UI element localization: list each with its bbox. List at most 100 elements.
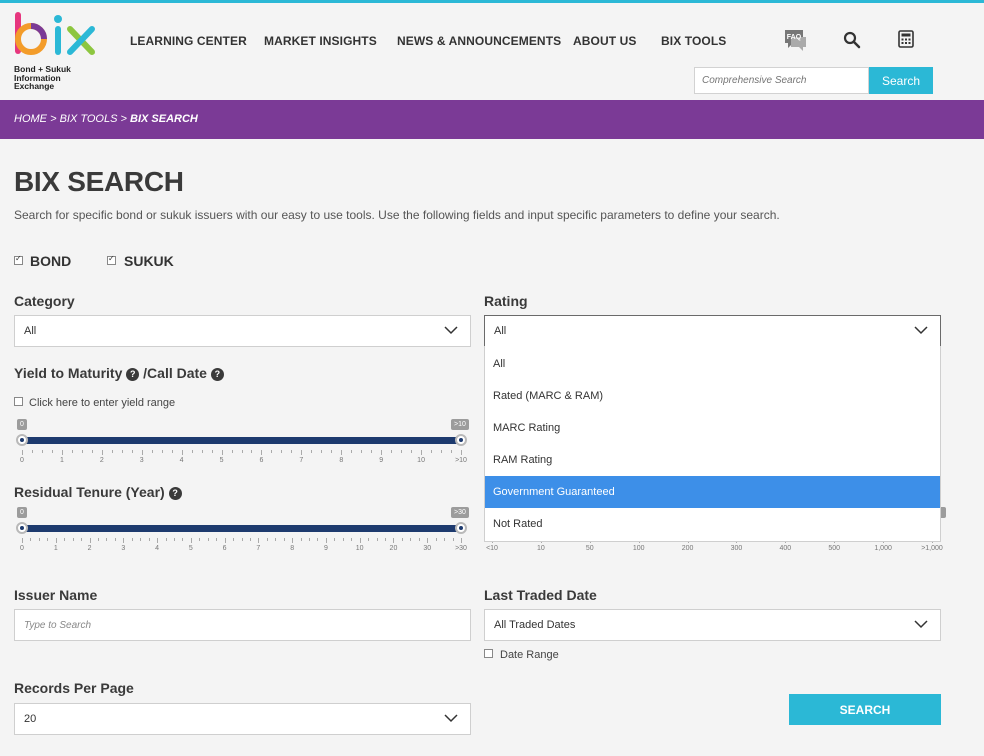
scale-tick (341, 450, 343, 455)
chevron-down-icon (444, 326, 458, 335)
rating-option-all[interactable]: All (485, 348, 940, 380)
scale-tick-label: 7 (256, 545, 261, 552)
comprehensive-search-input[interactable] (694, 67, 869, 94)
scale-tick-label: 3 (139, 457, 144, 464)
records-per-page-select[interactable]: 20 (14, 703, 471, 735)
scale-tick-label: <10 (486, 545, 498, 552)
scale-tick (292, 538, 294, 543)
last-traded-select[interactable]: All Traded Dates (484, 609, 941, 641)
scale-tick (101, 450, 103, 455)
scale-minor-tick (309, 538, 311, 541)
date-range-checkbox[interactable] (484, 649, 493, 658)
search-button[interactable]: SEARCH (789, 694, 941, 725)
date-range-label: Date Range (500, 649, 559, 661)
category-value: All (24, 325, 37, 337)
scale-minor-tick (30, 538, 32, 541)
category-label: Category (14, 293, 75, 309)
rating-option-not-rated[interactable]: Not Rated (485, 508, 940, 540)
tenure-max-tag: >30 (451, 507, 469, 518)
tenure-slider-max-handle[interactable] (455, 522, 467, 534)
scale-tick (190, 538, 192, 543)
call-date-label: /Call Date (143, 365, 207, 381)
ytm-slider-max-handle[interactable] (455, 434, 467, 446)
tenure-slider-min-handle[interactable] (16, 522, 28, 534)
scale-tick (421, 450, 423, 455)
faq-icon[interactable]: FAQ (782, 27, 808, 53)
issuer-name-input[interactable]: Type to Search (14, 609, 471, 641)
scale-minor-tick (441, 450, 443, 453)
scale-minor-tick (233, 538, 235, 541)
site-header: Bond + Sukuk Information Exchange LEARNI… (0, 3, 984, 100)
scale-tick (221, 450, 223, 455)
scale-tick-label: >1,000 (921, 545, 943, 552)
scale-tick-label: 1,000 (874, 545, 892, 552)
ytm-max-tag: >10 (451, 419, 469, 430)
issuer-placeholder: Type to Search (24, 620, 92, 631)
scale-tick (224, 538, 226, 543)
ytm-slider-min-handle[interactable] (16, 434, 28, 446)
category-select[interactable]: All (14, 315, 471, 347)
nav-learning-center[interactable]: LEARNING CENTER (130, 34, 247, 48)
scale-minor-tick (452, 538, 454, 541)
ytm-label: Yield to Maturity ? /Call Date ? (14, 365, 224, 381)
rating-option-marc[interactable]: MARC Rating (485, 412, 940, 444)
rating-select[interactable]: All (484, 315, 941, 347)
header-search-button[interactable]: Search (869, 67, 933, 94)
scale-tick (393, 538, 395, 543)
bix-logo[interactable]: Bond + Sukuk Information Exchange (14, 11, 104, 97)
chevron-down-icon (914, 620, 928, 629)
ytm-label-text: Yield to Maturity (14, 365, 123, 381)
scale-minor-tick (266, 538, 268, 541)
help-icon[interactable]: ? (126, 368, 140, 381)
scale-tick (427, 538, 429, 543)
rating-option-rated[interactable]: Rated (MARC & RAM) (485, 380, 940, 412)
tenure-slider-track[interactable] (22, 525, 461, 532)
scale-minor-tick (281, 450, 283, 453)
breadcrumb-home[interactable]: HOME (14, 113, 47, 125)
scale-tick (157, 538, 159, 543)
nav-bix-tools[interactable]: BIX TOOLS (661, 34, 726, 48)
breadcrumb: HOME > BIX TOOLS > BIX SEARCH (14, 113, 198, 125)
scale-minor-tick (271, 450, 273, 453)
scale-tick (261, 450, 263, 455)
scale-minor-tick (47, 538, 49, 541)
scale-minor-tick (241, 538, 243, 541)
scale-tick (22, 450, 23, 455)
scale-tick (381, 450, 383, 455)
yield-range-checkbox[interactable] (14, 397, 23, 406)
ytm-slider-track[interactable] (22, 437, 461, 444)
scale-minor-tick (317, 538, 319, 541)
scale-tick-label: 7 (299, 457, 304, 464)
scale-tick (89, 538, 91, 543)
scale-minor-tick (451, 450, 453, 453)
sukuk-checkbox[interactable] (107, 254, 116, 265)
scale-minor-tick (444, 538, 446, 541)
ytm-slider-scale: 0 1 2 3 4 5 6 7 8 9 10 >10 (20, 450, 467, 464)
scale-tick-label: 300 (730, 545, 743, 552)
ytm-min-tag: 0 (17, 419, 27, 430)
nav-about-us[interactable]: ABOUT US (573, 34, 636, 48)
nav-market-insights[interactable]: MARKET INSIGHTS (264, 34, 377, 48)
calculator-icon[interactable] (898, 30, 914, 48)
search-icon[interactable] (843, 31, 861, 49)
breadcrumb-bar: HOME > BIX TOOLS > BIX SEARCH (0, 100, 984, 139)
nav-news-announcements[interactable]: NEWS & ANNOUNCEMENTS (397, 34, 561, 48)
scale-tick-label: 8 (290, 545, 295, 552)
bond-checkbox[interactable] (14, 254, 23, 265)
scale-tick-label: 9 (323, 545, 328, 552)
breadcrumb-bix-tools[interactable]: BIX TOOLS (60, 113, 118, 125)
scale-minor-tick (182, 538, 184, 541)
scale-minor-tick (321, 450, 323, 453)
scale-minor-tick (283, 538, 285, 541)
scale-minor-tick (334, 538, 336, 541)
scale-tick (55, 538, 57, 543)
scale-minor-tick (161, 450, 163, 453)
rating-option-government-guaranteed[interactable]: Government Guaranteed (485, 476, 940, 508)
scale-minor-tick (351, 450, 353, 453)
help-icon[interactable]: ? (210, 368, 224, 381)
rating-option-ram[interactable]: RAM Rating (485, 444, 940, 476)
records-value: 20 (24, 713, 37, 725)
scale-minor-tick (131, 450, 133, 453)
scale-tick-label: 400 (779, 545, 792, 552)
help-icon[interactable]: ? (168, 487, 182, 500)
